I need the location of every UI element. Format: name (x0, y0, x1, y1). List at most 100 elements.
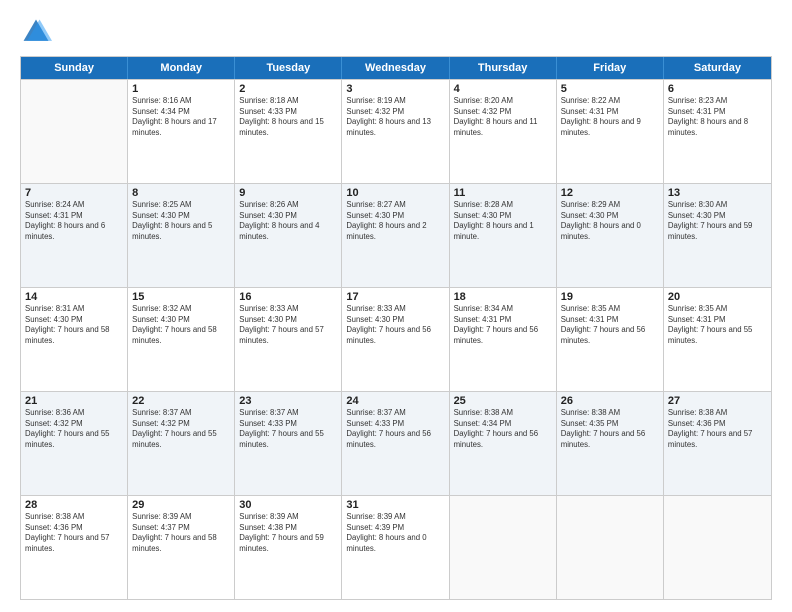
calendar-cell: 2Sunrise: 8:18 AMSunset: 4:33 PMDaylight… (235, 80, 342, 183)
calendar-body: 1Sunrise: 8:16 AMSunset: 4:34 PMDaylight… (21, 79, 771, 599)
calendar-row: 7Sunrise: 8:24 AMSunset: 4:31 PMDaylight… (21, 183, 771, 287)
calendar-cell: 3Sunrise: 8:19 AMSunset: 4:32 PMDaylight… (342, 80, 449, 183)
cell-info: Sunrise: 8:20 AMSunset: 4:32 PMDaylight:… (454, 96, 552, 138)
day-number: 8 (132, 187, 230, 199)
calendar-cell: 10Sunrise: 8:27 AMSunset: 4:30 PMDayligh… (342, 184, 449, 287)
day-number: 16 (239, 291, 337, 303)
calendar-cell: 25Sunrise: 8:38 AMSunset: 4:34 PMDayligh… (450, 392, 557, 495)
cell-info: Sunrise: 8:33 AMSunset: 4:30 PMDaylight:… (239, 304, 337, 346)
day-number: 11 (454, 187, 552, 199)
calendar-row: 1Sunrise: 8:16 AMSunset: 4:34 PMDaylight… (21, 79, 771, 183)
cell-info: Sunrise: 8:39 AMSunset: 4:39 PMDaylight:… (346, 512, 444, 554)
calendar-header-cell: Sunday (21, 57, 128, 79)
day-number: 6 (668, 83, 767, 95)
cell-info: Sunrise: 8:35 AMSunset: 4:31 PMDaylight:… (561, 304, 659, 346)
cell-info: Sunrise: 8:22 AMSunset: 4:31 PMDaylight:… (561, 96, 659, 138)
cell-info: Sunrise: 8:30 AMSunset: 4:30 PMDaylight:… (668, 200, 767, 242)
calendar-cell: 5Sunrise: 8:22 AMSunset: 4:31 PMDaylight… (557, 80, 664, 183)
calendar-cell: 13Sunrise: 8:30 AMSunset: 4:30 PMDayligh… (664, 184, 771, 287)
day-number: 12 (561, 187, 659, 199)
day-number: 2 (239, 83, 337, 95)
cell-info: Sunrise: 8:38 AMSunset: 4:36 PMDaylight:… (668, 408, 767, 450)
cell-info: Sunrise: 8:39 AMSunset: 4:38 PMDaylight:… (239, 512, 337, 554)
day-number: 5 (561, 83, 659, 95)
page: SundayMondayTuesdayWednesdayThursdayFrid… (0, 0, 792, 612)
cell-info: Sunrise: 8:27 AMSunset: 4:30 PMDaylight:… (346, 200, 444, 242)
calendar-header-cell: Monday (128, 57, 235, 79)
calendar-cell: 6Sunrise: 8:23 AMSunset: 4:31 PMDaylight… (664, 80, 771, 183)
calendar-cell: 16Sunrise: 8:33 AMSunset: 4:30 PMDayligh… (235, 288, 342, 391)
calendar-row: 28Sunrise: 8:38 AMSunset: 4:36 PMDayligh… (21, 495, 771, 599)
calendar-header-cell: Wednesday (342, 57, 449, 79)
day-number: 19 (561, 291, 659, 303)
cell-info: Sunrise: 8:38 AMSunset: 4:35 PMDaylight:… (561, 408, 659, 450)
day-number: 3 (346, 83, 444, 95)
calendar-header-cell: Saturday (664, 57, 771, 79)
calendar-cell: 9Sunrise: 8:26 AMSunset: 4:30 PMDaylight… (235, 184, 342, 287)
calendar-cell: 17Sunrise: 8:33 AMSunset: 4:30 PMDayligh… (342, 288, 449, 391)
day-number: 26 (561, 395, 659, 407)
calendar-cell (664, 496, 771, 599)
day-number: 4 (454, 83, 552, 95)
calendar-cell: 1Sunrise: 8:16 AMSunset: 4:34 PMDaylight… (128, 80, 235, 183)
day-number: 28 (25, 499, 123, 511)
cell-info: Sunrise: 8:26 AMSunset: 4:30 PMDaylight:… (239, 200, 337, 242)
calendar-cell: 14Sunrise: 8:31 AMSunset: 4:30 PMDayligh… (21, 288, 128, 391)
day-number: 23 (239, 395, 337, 407)
calendar-cell: 12Sunrise: 8:29 AMSunset: 4:30 PMDayligh… (557, 184, 664, 287)
cell-info: Sunrise: 8:37 AMSunset: 4:32 PMDaylight:… (132, 408, 230, 450)
header (20, 16, 772, 48)
day-number: 27 (668, 395, 767, 407)
day-number: 1 (132, 83, 230, 95)
cell-info: Sunrise: 8:23 AMSunset: 4:31 PMDaylight:… (668, 96, 767, 138)
calendar-cell: 27Sunrise: 8:38 AMSunset: 4:36 PMDayligh… (664, 392, 771, 495)
day-number: 30 (239, 499, 337, 511)
calendar-header-cell: Thursday (450, 57, 557, 79)
calendar: SundayMondayTuesdayWednesdayThursdayFrid… (20, 56, 772, 600)
day-number: 24 (346, 395, 444, 407)
cell-info: Sunrise: 8:33 AMSunset: 4:30 PMDaylight:… (346, 304, 444, 346)
calendar-cell: 23Sunrise: 8:37 AMSunset: 4:33 PMDayligh… (235, 392, 342, 495)
calendar-cell: 18Sunrise: 8:34 AMSunset: 4:31 PMDayligh… (450, 288, 557, 391)
calendar-header-cell: Tuesday (235, 57, 342, 79)
day-number: 20 (668, 291, 767, 303)
cell-info: Sunrise: 8:38 AMSunset: 4:34 PMDaylight:… (454, 408, 552, 450)
cell-info: Sunrise: 8:19 AMSunset: 4:32 PMDaylight:… (346, 96, 444, 138)
calendar-cell (557, 496, 664, 599)
logo-icon (20, 16, 52, 48)
cell-info: Sunrise: 8:32 AMSunset: 4:30 PMDaylight:… (132, 304, 230, 346)
calendar-cell: 30Sunrise: 8:39 AMSunset: 4:38 PMDayligh… (235, 496, 342, 599)
cell-info: Sunrise: 8:31 AMSunset: 4:30 PMDaylight:… (25, 304, 123, 346)
cell-info: Sunrise: 8:29 AMSunset: 4:30 PMDaylight:… (561, 200, 659, 242)
day-number: 21 (25, 395, 123, 407)
calendar-cell (450, 496, 557, 599)
day-number: 15 (132, 291, 230, 303)
cell-info: Sunrise: 8:35 AMSunset: 4:31 PMDaylight:… (668, 304, 767, 346)
calendar-cell: 24Sunrise: 8:37 AMSunset: 4:33 PMDayligh… (342, 392, 449, 495)
calendar-cell: 31Sunrise: 8:39 AMSunset: 4:39 PMDayligh… (342, 496, 449, 599)
calendar-cell: 22Sunrise: 8:37 AMSunset: 4:32 PMDayligh… (128, 392, 235, 495)
cell-info: Sunrise: 8:37 AMSunset: 4:33 PMDaylight:… (346, 408, 444, 450)
day-number: 18 (454, 291, 552, 303)
calendar-cell: 15Sunrise: 8:32 AMSunset: 4:30 PMDayligh… (128, 288, 235, 391)
calendar-cell: 28Sunrise: 8:38 AMSunset: 4:36 PMDayligh… (21, 496, 128, 599)
cell-info: Sunrise: 8:25 AMSunset: 4:30 PMDaylight:… (132, 200, 230, 242)
cell-info: Sunrise: 8:24 AMSunset: 4:31 PMDaylight:… (25, 200, 123, 242)
day-number: 31 (346, 499, 444, 511)
day-number: 10 (346, 187, 444, 199)
calendar-cell: 21Sunrise: 8:36 AMSunset: 4:32 PMDayligh… (21, 392, 128, 495)
cell-info: Sunrise: 8:38 AMSunset: 4:36 PMDaylight:… (25, 512, 123, 554)
calendar-cell: 11Sunrise: 8:28 AMSunset: 4:30 PMDayligh… (450, 184, 557, 287)
calendar-cell: 8Sunrise: 8:25 AMSunset: 4:30 PMDaylight… (128, 184, 235, 287)
logo (20, 16, 56, 48)
calendar-cell: 29Sunrise: 8:39 AMSunset: 4:37 PMDayligh… (128, 496, 235, 599)
day-number: 17 (346, 291, 444, 303)
calendar-row: 21Sunrise: 8:36 AMSunset: 4:32 PMDayligh… (21, 391, 771, 495)
cell-info: Sunrise: 8:37 AMSunset: 4:33 PMDaylight:… (239, 408, 337, 450)
calendar-cell (21, 80, 128, 183)
cell-info: Sunrise: 8:16 AMSunset: 4:34 PMDaylight:… (132, 96, 230, 138)
cell-info: Sunrise: 8:28 AMSunset: 4:30 PMDaylight:… (454, 200, 552, 242)
cell-info: Sunrise: 8:36 AMSunset: 4:32 PMDaylight:… (25, 408, 123, 450)
calendar-row: 14Sunrise: 8:31 AMSunset: 4:30 PMDayligh… (21, 287, 771, 391)
calendar-cell: 19Sunrise: 8:35 AMSunset: 4:31 PMDayligh… (557, 288, 664, 391)
